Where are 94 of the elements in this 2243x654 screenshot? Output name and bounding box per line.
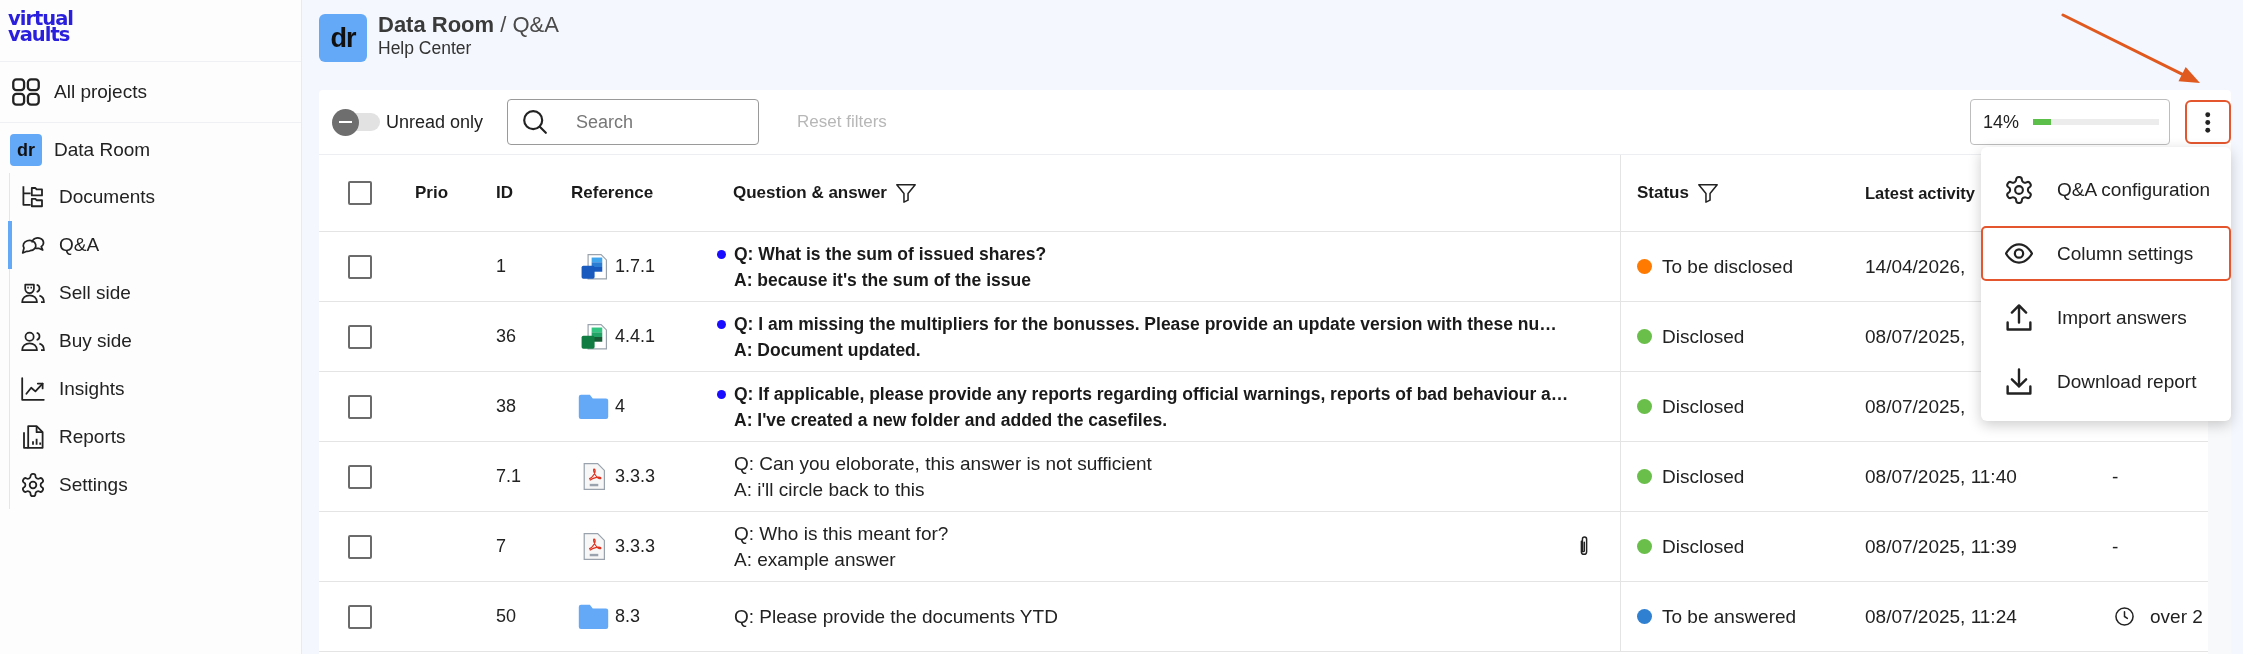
answer-text: A: Document updated. [734, 338, 922, 362]
spreadsheet-file-icon[interactable] [580, 323, 607, 350]
pdf-file-icon[interactable] [582, 533, 605, 560]
row-checkbox[interactable] [348, 464, 372, 489]
progress-reading: 14% [1983, 111, 2020, 133]
settings-icon [2005, 175, 2033, 204]
id-cell: 36 [496, 326, 517, 347]
reference-cell: 4.4.1 [615, 326, 656, 347]
id-cell: 38 [496, 396, 517, 417]
nav-item[interactable]: Insights [8, 365, 288, 413]
line-chart-icon [21, 377, 45, 401]
grid-icon [12, 78, 40, 106]
column-header: Reference [571, 183, 654, 203]
upload-icon [2006, 304, 2032, 331]
reference-cell: 3.3.3 [615, 466, 656, 487]
row-checkbox[interactable] [348, 254, 372, 279]
id-cell: 7 [496, 536, 506, 557]
id-cell: 7.1 [496, 466, 522, 487]
report-icon [21, 425, 45, 449]
question-text: Q: Please provide the documents YTD [734, 604, 1059, 629]
status-label: To be answered [1662, 605, 1797, 628]
answer-text: A: i'll circle back to this [734, 477, 926, 502]
answer-text: A: example answer [734, 547, 897, 572]
project-avatar: dr [319, 14, 367, 62]
pdf-file-icon[interactable] [582, 463, 605, 490]
project-link[interactable]: dr Data Room [0, 123, 301, 173]
question-text: Q: Can you eloborate, this answer is not sufficient [734, 451, 1153, 476]
reference-cell: 3.3.3 [615, 536, 656, 557]
date-cell: 08/07/2025, [1865, 325, 1966, 348]
nav-item[interactable]: Reports [8, 413, 288, 461]
download-icon [2006, 368, 2032, 395]
logo[interactable]: virtual vaults [8, 11, 74, 43]
status-label: Disclosed [1662, 395, 1745, 418]
settings-icon [21, 473, 45, 497]
date-cell: 08/07/2025, 11:40 [1865, 465, 2017, 488]
search-field[interactable]: Search [507, 99, 760, 145]
folder-tree-icon [21, 185, 45, 209]
date-cell: 08/07/2025, 11:39 [1865, 535, 2017, 558]
users-icon [21, 329, 45, 353]
status-label: Disclosed [1662, 325, 1745, 348]
paperclip-icon[interactable] [1578, 535, 1590, 558]
question-text: Q: What is the sum of issued shares? [734, 242, 1048, 266]
nav-item[interactable]: Q&A [8, 221, 288, 269]
table-cell: - [2112, 535, 2119, 558]
answer-text: A: I've created a new folder and added the casefiles. [734, 408, 1169, 432]
id-cell: 50 [496, 606, 517, 627]
toggle-label: Unread only [386, 111, 484, 133]
page-title: Data Room / Q&A [378, 12, 559, 38]
word-file-icon[interactable] [580, 253, 607, 280]
date-cell: 08/07/2025, [1865, 395, 1966, 418]
row-checkbox[interactable] [348, 324, 372, 349]
row-checkbox[interactable] [348, 604, 372, 629]
all-projects-link[interactable]: All projects [0, 62, 301, 123]
column-header: Question & answer [733, 183, 887, 203]
filter-icon[interactable] [896, 183, 916, 203]
row-checkbox[interactable] [348, 394, 372, 419]
status-label: Disclosed [1662, 535, 1745, 558]
status-label: Disclosed [1662, 465, 1745, 488]
question-text: Q: Who is this meant for? [734, 521, 950, 546]
status-label: To be disclosed [1662, 255, 1793, 278]
answer-text: A: because it's the sum of the issue [734, 268, 1032, 292]
menu-item[interactable]: Download report [1981, 354, 2231, 409]
reference-cell: 1.7.1 [615, 256, 656, 277]
question-text: Q: I am missing the multipliers for the bonusses. Please provide an update version with these nu… [734, 312, 1558, 336]
nav-item[interactable]: Buy side [8, 317, 288, 365]
column-header: ID [496, 183, 513, 203]
table-cell: over 2 [2150, 605, 2203, 628]
more-icon [2205, 111, 2211, 133]
column-header: Latest activity [1865, 183, 1976, 203]
toggle-switch[interactable] [332, 108, 380, 136]
row-checkbox[interactable] [348, 534, 372, 559]
more-button[interactable] [2185, 100, 2231, 144]
table-cell: - [2112, 465, 2119, 488]
nav-item[interactable]: Settings [8, 461, 288, 509]
reference-cell: 4 [615, 396, 625, 417]
nav-item[interactable]: Sell side [8, 269, 288, 317]
select-all-checkbox[interactable] [348, 181, 372, 205]
nav-item[interactable]: Documents [8, 173, 288, 221]
page-subtitle: Help Center [378, 38, 473, 59]
date-cell: 08/07/2025, 11:24 [1865, 605, 2017, 628]
project-avatar: dr [10, 134, 42, 166]
column-header: Status [1637, 183, 1689, 203]
date-cell: 14/04/2026, [1865, 255, 1966, 278]
column-header: Prio [415, 183, 449, 203]
eye-icon [2005, 243, 2033, 264]
reference-cell: 8.3 [615, 606, 641, 627]
menu-item[interactable]: Column settings [1981, 226, 2231, 281]
menu-item[interactable]: Import answers [1981, 290, 2231, 345]
users-icon [21, 281, 45, 305]
menu-item[interactable]: Q&A configuration [1981, 162, 2231, 217]
id-cell: 1 [496, 256, 506, 277]
question-text: Q: If applicable, please provide any reports regarding official warnings, reports of bad behaviour a… [734, 382, 1570, 406]
filter-icon[interactable] [1697, 183, 1718, 203]
search-icon [523, 110, 548, 134]
